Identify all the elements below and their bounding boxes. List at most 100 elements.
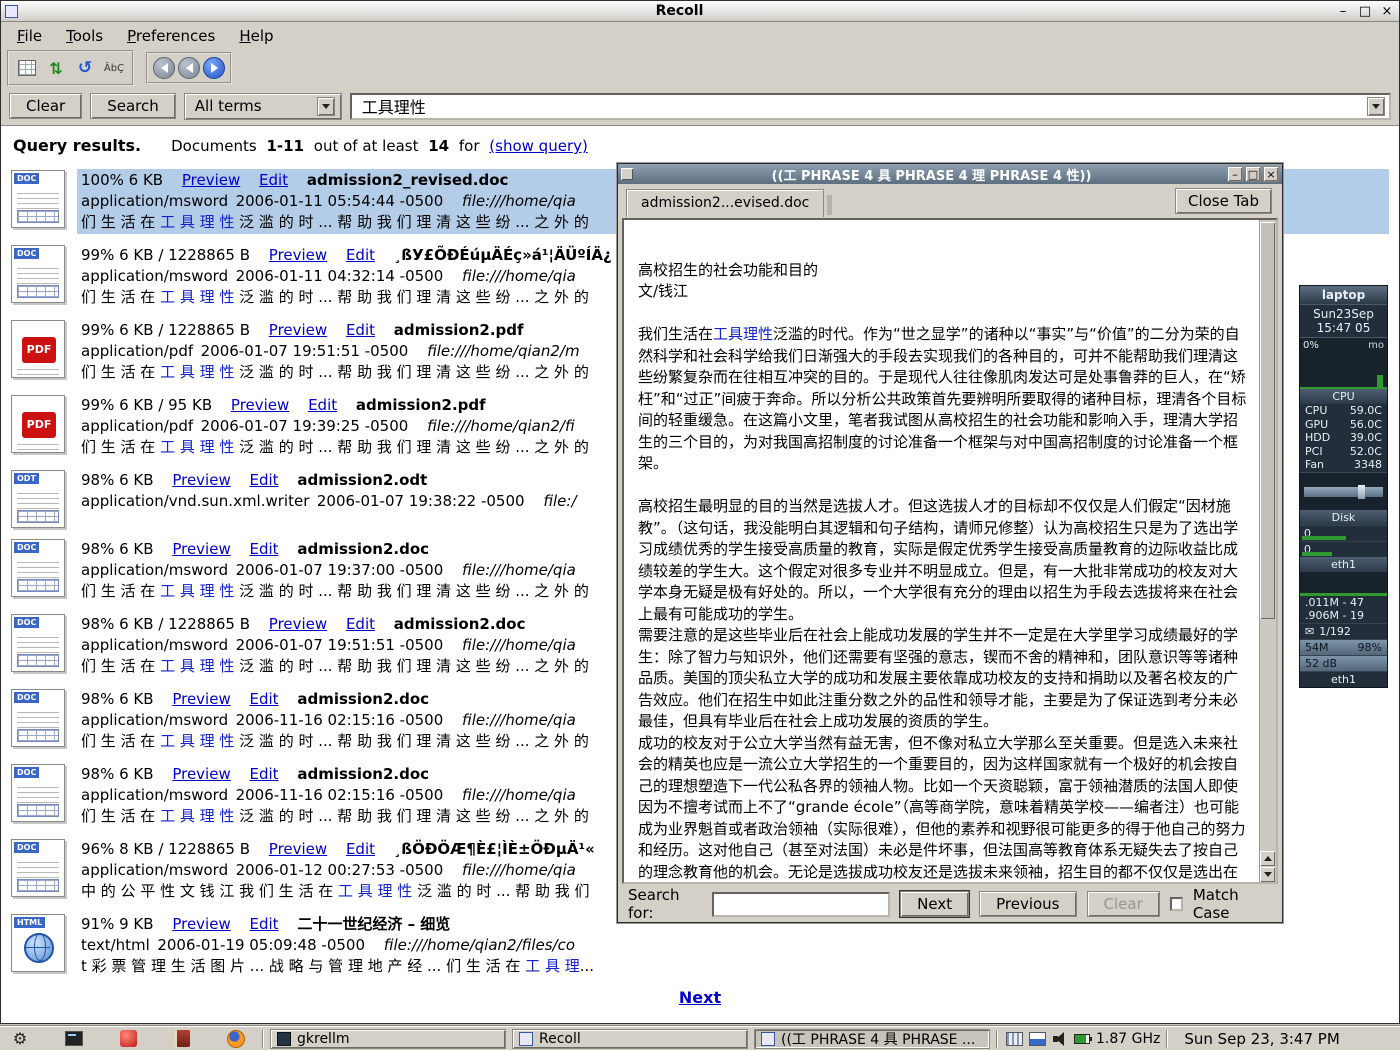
result-url: file:///home/qia [462, 786, 576, 804]
result-relevance-size: 98% 6 KB / 1228865 B [81, 615, 250, 633]
search-mode-select[interactable]: All terms [184, 93, 342, 120]
result-relevance-size: 98% 6 KB [81, 471, 154, 489]
applications-menu-icon[interactable]: ⚙ [10, 1029, 30, 1049]
package-launcher-icon[interactable] [118, 1029, 138, 1049]
book-launcher-icon[interactable] [172, 1029, 192, 1049]
file-type-icon: HTML HTML [11, 914, 65, 972]
table-view-icon[interactable] [14, 55, 40, 81]
preview-link[interactable]: Preview [172, 765, 230, 783]
search-button[interactable]: Search [90, 93, 176, 119]
taskbar-clock: Sun Sep 23, 3:47 PM [1174, 1030, 1347, 1048]
clear-button[interactable]: Clear [9, 93, 82, 119]
preview-link[interactable]: Preview [269, 840, 327, 858]
preview-link[interactable]: Preview [269, 615, 327, 633]
taskbar-task-preview[interactable]: ((工 PHRASE 4 具 PHRASE ... [754, 1029, 990, 1049]
preview-link[interactable]: Preview [172, 690, 230, 708]
net-activity-graph[interactable] [1300, 572, 1387, 596]
mail-row[interactable]: ✉ 1/192 [1300, 623, 1387, 639]
file-type-icon: DOC DOC [11, 689, 65, 747]
edit-link[interactable]: Edit [346, 615, 375, 633]
menu-preferences[interactable]: Preferences [117, 24, 225, 48]
result-mime-date: text/html 2006-01-19 05:09:48 -0500 [81, 936, 365, 954]
preview-close-icon[interactable]: × [1263, 166, 1279, 182]
sort-icon[interactable]: ⇅ [43, 55, 69, 81]
file-type-icon: ODT ODT [11, 470, 65, 528]
firefox-launcher-icon[interactable] [226, 1029, 246, 1049]
preview-titlebar[interactable]: ((工 PHRASE 4 具 PHRASE 4 理 PHRASE 4 性)) –… [618, 164, 1282, 184]
terminal-launcher-icon[interactable] [64, 1029, 84, 1049]
edit-link[interactable]: Edit [250, 471, 279, 489]
gkrellm-cpu-chart[interactable]: 0% mo [1300, 337, 1387, 389]
preview-link[interactable]: Preview [172, 540, 230, 558]
preview-scrollbar[interactable] [1259, 220, 1276, 882]
edit-link[interactable]: Edit [250, 540, 279, 558]
edit-link[interactable]: Edit [250, 690, 279, 708]
maximize-icon[interactable]: □ [1357, 4, 1373, 19]
temp-row-cpu: CPU59.0C [1300, 404, 1387, 418]
find-input[interactable] [712, 892, 890, 917]
nav-first-page-icon[interactable] [153, 57, 175, 79]
show-query-link[interactable]: (show query) [489, 137, 588, 155]
preview-link[interactable]: Preview [182, 171, 240, 189]
keyboard-tray-icon[interactable] [1006, 1032, 1023, 1046]
search-mode-value: All terms [195, 97, 262, 115]
edit-link[interactable]: Edit [346, 840, 375, 858]
result-url: file:///home/qia [462, 861, 576, 879]
match-case-checkbox[interactable] [1170, 897, 1183, 911]
volume-icon[interactable] [1052, 1031, 1068, 1047]
gkrellm-clock[interactable]: Sun23Sep 15:47 05 [1300, 304, 1387, 337]
nav-next-page-icon[interactable] [203, 57, 225, 79]
gkrellm-chart-tag: mo [1368, 340, 1384, 351]
battery-icon [1074, 1034, 1090, 1044]
menu-help[interactable]: Help [229, 24, 283, 48]
result-mime-date: application/msword 2006-01-07 19:37:00 -… [81, 561, 443, 579]
query-input[interactable] [360, 96, 1367, 117]
close-tab-button[interactable]: Close Tab [1175, 188, 1272, 214]
result-title: admission2.pdf [356, 396, 486, 414]
taskbar-task-recoll[interactable]: Recoll [512, 1029, 748, 1049]
gkrellm-load: 0% [1303, 340, 1319, 351]
preview-minimize-icon[interactable]: – [1227, 166, 1243, 182]
result-mime-date: application/msword 2006-01-11 05:54:44 -… [81, 192, 443, 210]
scrollbar-thumb[interactable] [1260, 222, 1275, 619]
gkrellm-slider-meter[interactable] [1300, 472, 1387, 510]
find-next-button[interactable]: Next [900, 891, 969, 917]
gkrellm-iface-label: eth1 [1300, 671, 1387, 687]
term-explorer-icon[interactable]: ÂbÇ [101, 55, 127, 81]
edit-link[interactable]: Edit [346, 246, 375, 264]
preview-link[interactable]: Preview [172, 471, 230, 489]
next-page-link[interactable]: Next [679, 988, 721, 1007]
edit-link[interactable]: Edit [259, 171, 288, 189]
preview-tab[interactable]: admission2...evised.doc [626, 189, 824, 217]
edit-link[interactable]: Edit [250, 765, 279, 783]
cpu-activity-graph [1300, 373, 1387, 389]
menu-tools[interactable]: Tools [56, 24, 113, 48]
preview-task-icon [761, 1032, 775, 1046]
taskbar-task-gkrellm[interactable]: gkrellm [270, 1029, 506, 1049]
gkrellm-net-header: eth1 [1300, 557, 1387, 572]
query-history-chevron-icon[interactable] [1367, 97, 1385, 116]
result-url: file:///home/qia [462, 561, 576, 579]
gkrellm-hostname[interactable]: laptop [1300, 286, 1387, 304]
result-title: admission2.doc [297, 540, 429, 558]
layout-tray-icon[interactable] [1029, 1032, 1046, 1046]
preview-link[interactable]: Preview [172, 915, 230, 933]
scroll-down-icon[interactable] [1260, 867, 1275, 882]
close-icon[interactable]: × [1379, 4, 1395, 19]
nav-prev-page-icon[interactable] [178, 57, 200, 79]
scroll-up-icon[interactable] [1260, 851, 1275, 866]
minimize-icon[interactable]: – [1335, 4, 1351, 19]
preview-link[interactable]: Preview [269, 246, 327, 264]
preview-link[interactable]: Preview [269, 321, 327, 339]
menu-file[interactable]: File [7, 24, 52, 48]
find-previous-button[interactable]: Previous [979, 891, 1076, 917]
edit-link[interactable]: Edit [250, 915, 279, 933]
history-icon[interactable]: ↺ [72, 55, 98, 81]
preview-link[interactable]: Preview [231, 396, 289, 414]
edit-link[interactable]: Edit [346, 321, 375, 339]
recoll-titlebar[interactable]: Recoll – □ × [1, 1, 1399, 22]
preview-maximize-icon[interactable]: □ [1245, 166, 1261, 182]
edit-link[interactable]: Edit [308, 396, 337, 414]
preview-content: 高校招生的社会功能和目的 文/钱江 我们生活在工具理性泛滥的时代。作为“世之显学… [622, 218, 1278, 884]
find-clear-button[interactable]: Clear [1087, 891, 1160, 917]
